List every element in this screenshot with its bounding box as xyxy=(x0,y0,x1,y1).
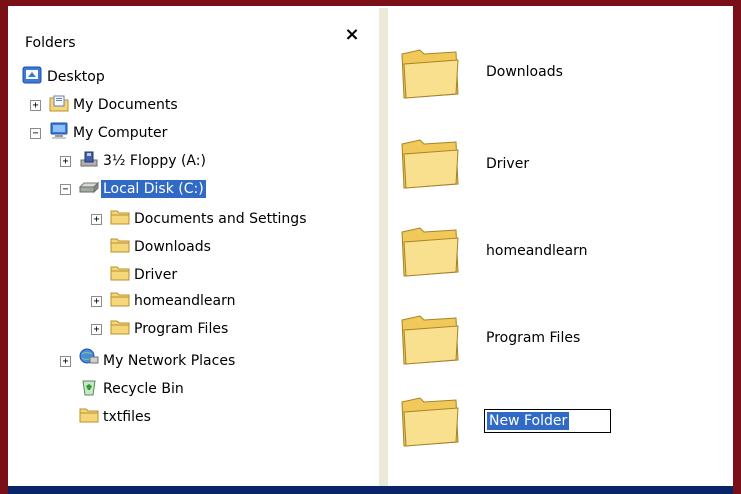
close-icon[interactable]: × xyxy=(343,26,361,44)
folders-header: Folders × xyxy=(8,12,379,52)
tree-label-txtfiles: txtfiles xyxy=(103,409,151,425)
desktop-icon xyxy=(22,66,42,84)
folder-icon xyxy=(110,320,130,335)
content-label-homeandlearn: homeandlearn xyxy=(486,243,588,259)
content-label-driver: Driver xyxy=(486,156,530,172)
expand-plus-icon[interactable]: + xyxy=(91,324,102,335)
network-places-icon xyxy=(79,348,99,364)
explorer-window: Folders × Desktop + My Documents − My Co… xyxy=(0,0,741,494)
window-border-right xyxy=(733,0,741,494)
tree-label-homeandlearn: homeandlearn xyxy=(134,293,236,309)
folder-icon xyxy=(110,292,130,307)
tree-label-documents-and-settings: Documents and Settings xyxy=(134,211,307,227)
rename-input[interactable]: New Folder xyxy=(484,409,611,433)
folders-title: Folders xyxy=(25,35,76,51)
tree-label-driver: Driver xyxy=(134,267,178,283)
expand-plus-icon[interactable]: + xyxy=(60,156,71,167)
tree-label-local-disk: Local Disk (C:) xyxy=(101,180,206,198)
large-folder-icon xyxy=(401,139,459,189)
large-folder-icon xyxy=(401,315,459,365)
tree-label-recycle-bin: Recycle Bin xyxy=(103,381,184,397)
expand-plus-icon[interactable]: + xyxy=(30,100,41,111)
content-label-program-files: Program Files xyxy=(486,330,581,346)
tree-label-my-documents: My Documents xyxy=(73,97,178,113)
folder-icon xyxy=(110,238,130,253)
tree-label-my-computer: My Computer xyxy=(73,125,168,141)
tree-label-floppy: 3½ Floppy (A:) xyxy=(103,153,206,169)
recycle-bin-icon xyxy=(82,380,96,396)
tree-label-program-files: Program Files xyxy=(134,321,229,337)
pane-splitter[interactable] xyxy=(379,8,388,486)
large-folder-icon xyxy=(401,397,459,447)
folder-icon xyxy=(79,408,99,423)
tree-label-desktop: Desktop xyxy=(47,69,105,85)
expand-plus-icon[interactable]: + xyxy=(60,356,71,367)
my-documents-icon xyxy=(49,95,69,112)
hard-disk-icon xyxy=(79,181,99,194)
window-border-left xyxy=(0,0,8,494)
folder-icon xyxy=(110,210,130,225)
collapse-minus-icon[interactable]: − xyxy=(60,184,71,195)
expand-plus-icon[interactable]: + xyxy=(91,214,102,225)
tree-label-downloads: Downloads xyxy=(134,239,211,255)
large-folder-icon xyxy=(401,49,459,99)
tree-label-my-network-places: My Network Places xyxy=(103,353,236,369)
large-folder-icon xyxy=(401,227,459,277)
window-border-bottom xyxy=(8,486,733,494)
floppy-drive-icon xyxy=(80,151,98,167)
folder-icon xyxy=(110,266,130,281)
window-border-top xyxy=(0,0,741,6)
collapse-minus-icon[interactable]: − xyxy=(30,128,41,139)
my-computer-icon xyxy=(50,122,68,139)
rename-input-value: New Folder xyxy=(487,412,570,430)
content-label-downloads: Downloads xyxy=(486,64,563,80)
expand-plus-icon[interactable]: + xyxy=(91,296,102,307)
